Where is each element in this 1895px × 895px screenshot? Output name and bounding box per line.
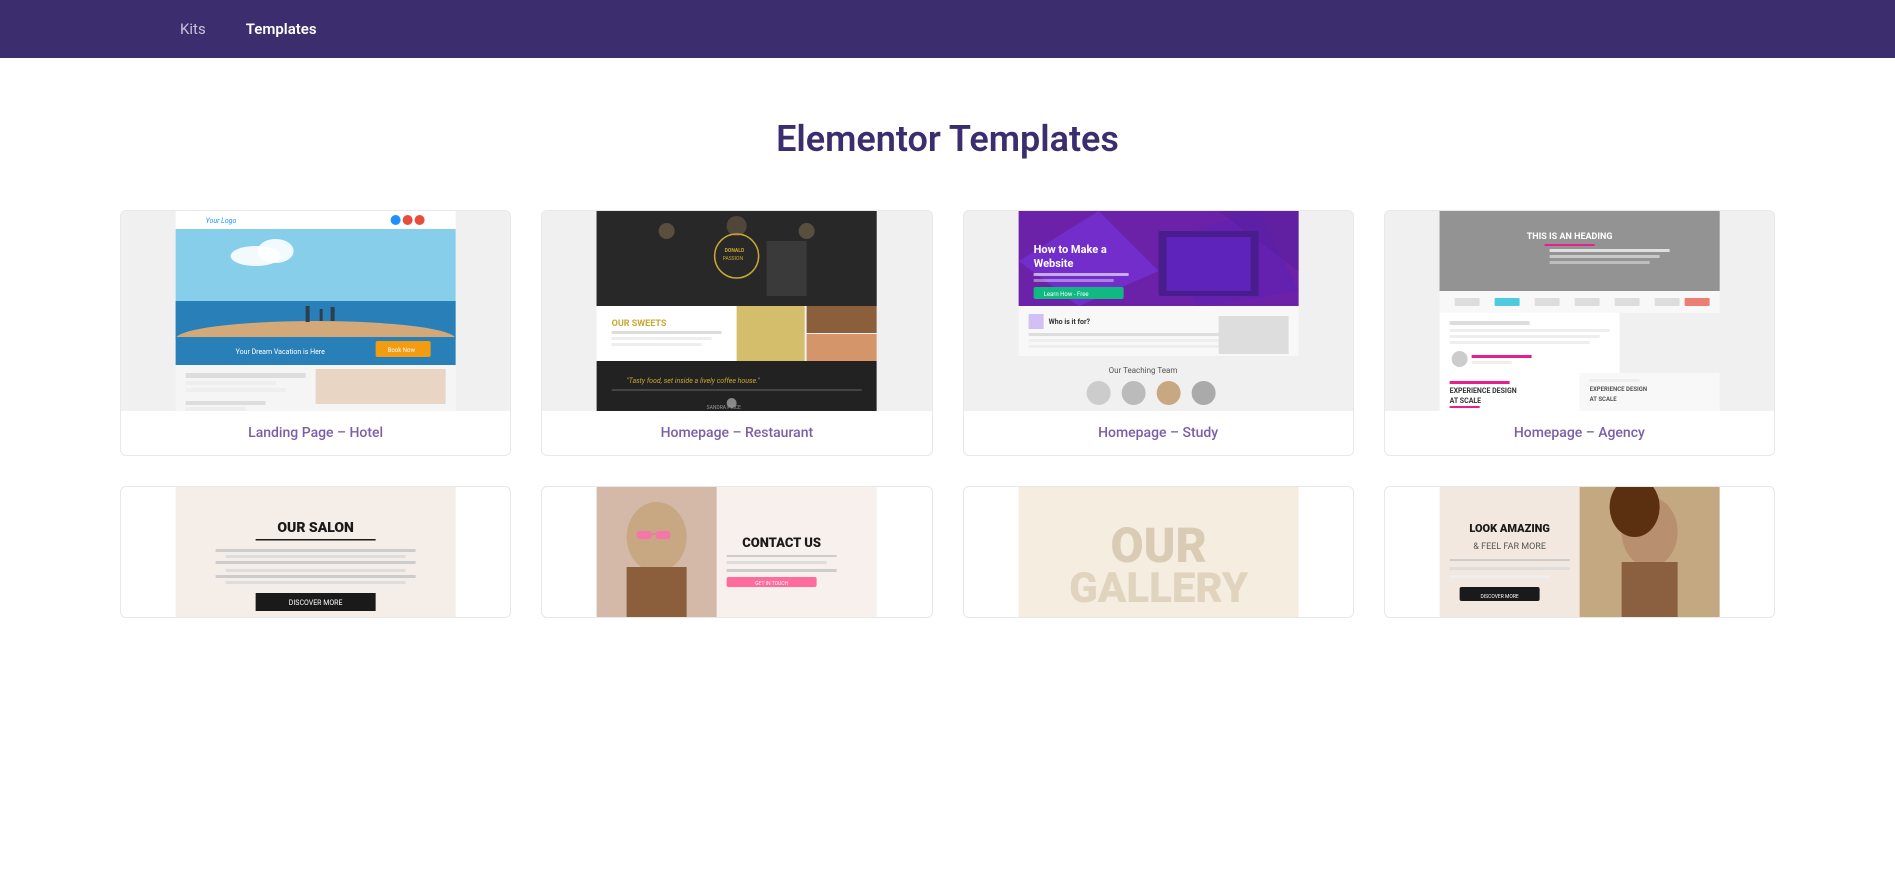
template-thumbnail-hotel: Your Logo bbox=[121, 211, 510, 411]
svg-text:Our Teaching Team: Our Teaching Team bbox=[1108, 366, 1177, 375]
top-nav: Kits Templates bbox=[0, 0, 1895, 58]
template-thumbnail-beauty: LOOK AMAZING & FEEL FAR MORE DISCOVER MO… bbox=[1385, 487, 1774, 617]
svg-text:DISCOVER MORE: DISCOVER MORE bbox=[1480, 594, 1518, 600]
template-grid-row2: OUR SALON DISCOVER MORE bbox=[120, 486, 1775, 618]
template-card-restaurant[interactable]: DONALD PASSION OUR SWEETS " bbox=[541, 210, 932, 456]
svg-text:Book Now: Book Now bbox=[388, 347, 416, 354]
svg-text:EXPERIENCE DESIGN: EXPERIENCE DESIGN bbox=[1449, 387, 1516, 395]
page-title: Elementor Templates bbox=[120, 118, 1775, 160]
template-thumbnail-agency: THIS IS AN HEADING bbox=[1385, 211, 1774, 411]
template-card-gallery[interactable]: OUR GALLERY bbox=[963, 486, 1354, 618]
svg-text:GALLERY: GALLERY bbox=[1069, 564, 1249, 613]
template-card-salon[interactable]: OUR SALON DISCOVER MORE bbox=[120, 486, 511, 618]
template-card-study[interactable]: How to Make a Website Learn How - Free W… bbox=[963, 210, 1354, 456]
svg-text:Your Dream Vacation is Here: Your Dream Vacation is Here bbox=[236, 348, 325, 356]
nav-item-templates[interactable]: Templates bbox=[246, 20, 317, 38]
svg-text:DONALD: DONALD bbox=[725, 248, 745, 254]
svg-text:Your Logo: Your Logo bbox=[206, 217, 237, 225]
template-thumbnail-gallery: OUR GALLERY bbox=[964, 487, 1353, 617]
template-thumbnail-salon: OUR SALON DISCOVER MORE bbox=[121, 487, 510, 617]
template-label-restaurant: Homepage – Restaurant bbox=[542, 411, 931, 455]
template-card-agency[interactable]: THIS IS AN HEADING bbox=[1384, 210, 1775, 456]
template-card-beauty[interactable]: LOOK AMAZING & FEEL FAR MORE DISCOVER MO… bbox=[1384, 486, 1775, 618]
template-card-hotel[interactable]: Your Logo bbox=[120, 210, 511, 456]
template-thumbnail-study: How to Make a Website Learn How - Free W… bbox=[964, 211, 1353, 411]
svg-text:PASSION: PASSION bbox=[723, 256, 744, 262]
template-label-study: Homepage – Study bbox=[964, 411, 1353, 455]
svg-text:OUR SALON: OUR SALON bbox=[277, 520, 354, 536]
template-thumbnail-contact: CONTACT US GET IN TOUCH bbox=[542, 487, 931, 617]
svg-text:DISCOVER MORE: DISCOVER MORE bbox=[289, 599, 343, 607]
svg-text:& FEEL FAR MORE: & FEEL FAR MORE bbox=[1473, 542, 1546, 552]
template-label-agency: Homepage – Agency bbox=[1385, 411, 1774, 455]
svg-text:THIS IS AN HEADING: THIS IS AN HEADING bbox=[1526, 232, 1612, 242]
svg-text:OUR SWEETS: OUR SWEETS bbox=[612, 319, 667, 329]
main-content: Elementor Templates Your Logo bbox=[0, 58, 1895, 658]
svg-text:EXPERIENCE DESIGN: EXPERIENCE DESIGN bbox=[1589, 386, 1646, 393]
svg-text:CONTACT US: CONTACT US bbox=[742, 536, 821, 551]
svg-text:AT SCALE: AT SCALE bbox=[1449, 397, 1481, 405]
svg-text:GET IN TOUCH: GET IN TOUCH bbox=[755, 581, 788, 587]
template-card-contact[interactable]: CONTACT US GET IN TOUCH bbox=[541, 486, 932, 618]
template-grid-row1: Your Logo bbox=[120, 210, 1775, 456]
svg-text:Learn How - Free: Learn How - Free bbox=[1043, 291, 1088, 298]
svg-text:How to Make a: How to Make a bbox=[1033, 243, 1106, 256]
svg-text:"Tasty food, set inside a live: "Tasty food, set inside a lively coffee … bbox=[627, 377, 761, 385]
svg-text:LOOK AMAZING: LOOK AMAZING bbox=[1469, 522, 1550, 535]
svg-text:SANDRA PRICE: SANDRA PRICE bbox=[707, 405, 742, 411]
template-label-hotel: Landing Page – Hotel bbox=[121, 411, 510, 455]
nav-item-kits[interactable]: Kits bbox=[180, 20, 206, 38]
svg-text:AT SCALE: AT SCALE bbox=[1589, 396, 1617, 403]
template-thumbnail-restaurant: DONALD PASSION OUR SWEETS " bbox=[542, 211, 931, 411]
svg-text:Who is it for?: Who is it for? bbox=[1048, 318, 1090, 326]
svg-text:Website: Website bbox=[1033, 257, 1073, 270]
